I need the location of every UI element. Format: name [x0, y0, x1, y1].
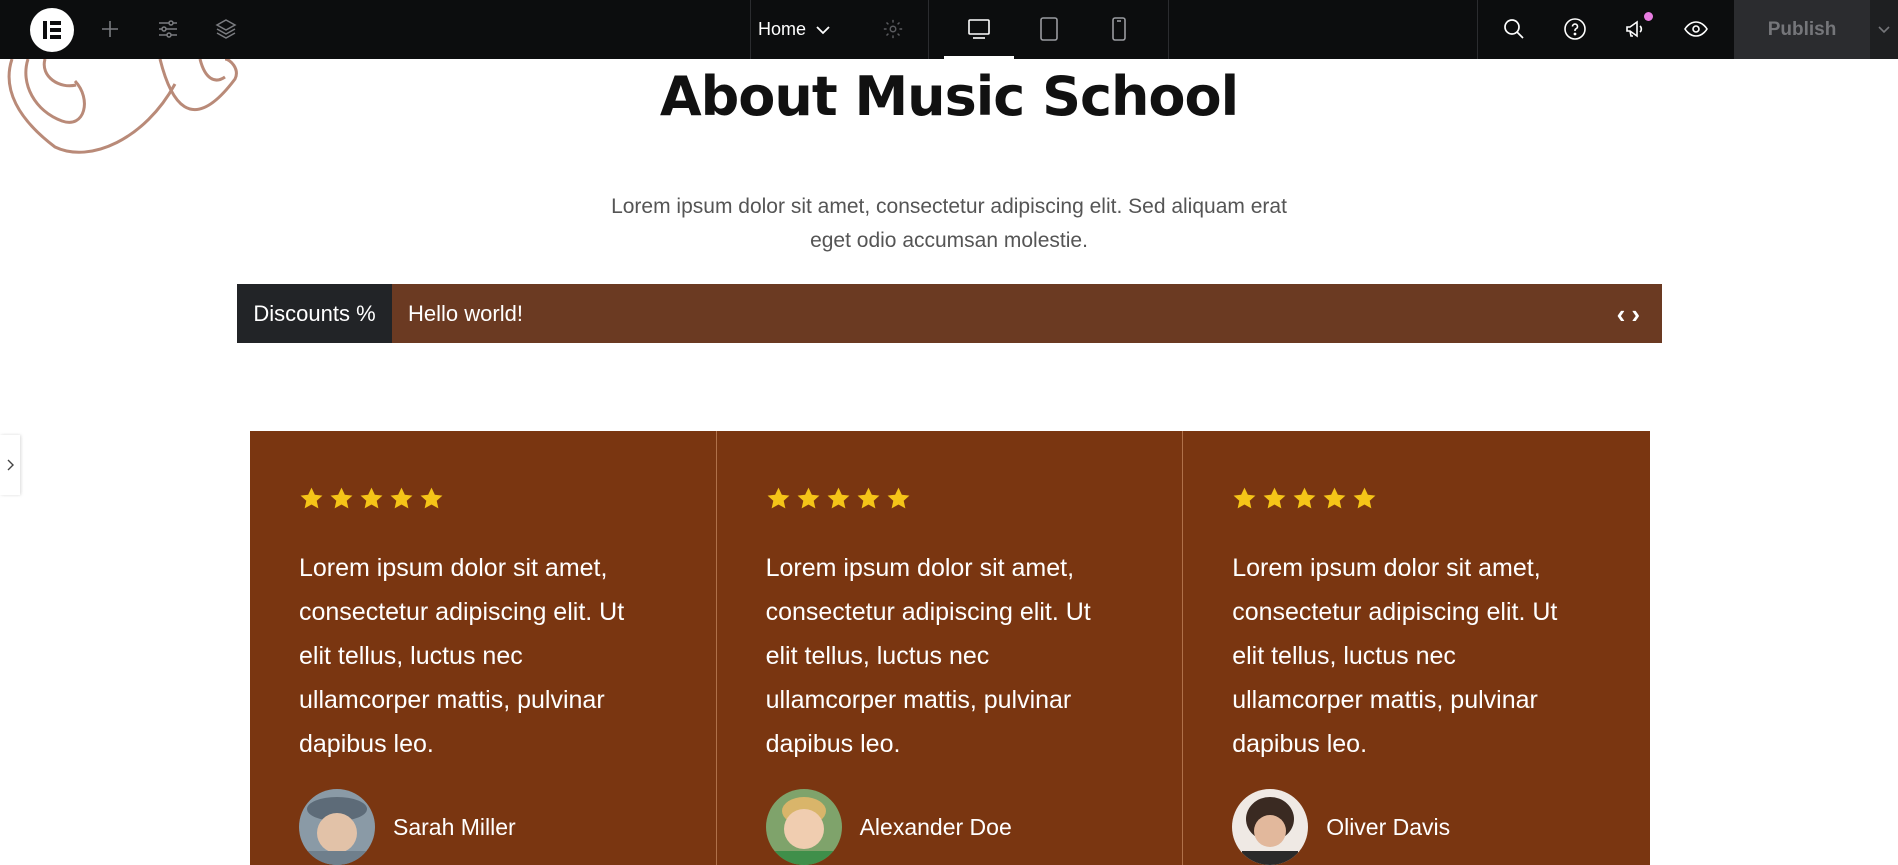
- author-name: Alexander Doe: [859, 813, 1012, 840]
- star-icon: [300, 487, 323, 509]
- testimonial-author: Alexander Doe: [765, 789, 1012, 865]
- search-icon[interactable]: [1499, 14, 1529, 44]
- avatar: [299, 789, 375, 865]
- star-icon: [887, 487, 910, 509]
- chevron-down-icon: [816, 19, 830, 40]
- mobile-icon[interactable]: [1104, 14, 1134, 44]
- site-settings-icon[interactable]: [153, 14, 183, 44]
- desktop-icon[interactable]: [964, 14, 994, 44]
- author-name: Sarah Miller: [393, 813, 516, 840]
- testimonial-quote: Lorem ipsum dolor sit amet, consectetur …: [299, 554, 625, 758]
- avatar: [765, 789, 842, 865]
- help-icon[interactable]: [1560, 14, 1590, 44]
- star-icon: [390, 487, 413, 509]
- publish-options-button[interactable]: [1870, 0, 1898, 59]
- star-icon: [1233, 487, 1256, 509]
- ticker-text[interactable]: Hello world!: [408, 301, 1617, 327]
- testimonial-quote: Lorem ipsum dolor sit amet, consectetur …: [1232, 554, 1558, 758]
- testimonials-section: Lorem ipsum dolor sit amet, consectetur …: [250, 431, 1650, 865]
- star-icon: [1323, 487, 1346, 509]
- testimonial-author: Sarah Miller: [299, 789, 516, 865]
- page-selector[interactable]: Home: [758, 0, 830, 59]
- star-icon: [767, 487, 790, 509]
- testimonial-card: Lorem ipsum dolor sit amet, consectetur …: [1183, 431, 1650, 865]
- ticker-next-button[interactable]: ›: [1631, 301, 1640, 327]
- elementor-logo-icon[interactable]: [30, 8, 74, 52]
- ticker-prev-button[interactable]: ‹: [1617, 301, 1626, 327]
- star-icon: [360, 487, 383, 509]
- intro-text: Lorem ipsum dolor sit amet, consectetur …: [611, 195, 1287, 252]
- avatar: [1232, 789, 1309, 865]
- star-icon: [1293, 487, 1316, 509]
- star-icon: [797, 487, 820, 509]
- editor-canvas[interactable]: About Music School Lorem ipsum dolor sit…: [0, 59, 1898, 865]
- notification-dot: [1644, 12, 1653, 21]
- star-rating: [766, 486, 911, 511]
- testimonial-quote: Lorem ipsum dolor sit amet, consectetur …: [765, 554, 1091, 758]
- star-icon: [420, 487, 443, 509]
- testimonial-card: Lorem ipsum dolor sit amet, consectetur …: [250, 431, 717, 865]
- page-settings-gear-icon[interactable]: [878, 14, 908, 44]
- star-rating: [1232, 486, 1377, 511]
- editor-topbar: Home Publish: [0, 0, 1898, 59]
- star-icon: [1353, 487, 1376, 509]
- star-icon: [330, 487, 353, 509]
- testimonial-author: Oliver Davis: [1232, 789, 1450, 865]
- author-name: Oliver Davis: [1326, 813, 1451, 840]
- ticker-label: Discounts %: [237, 284, 392, 343]
- star-icon: [1263, 487, 1286, 509]
- preview-eye-icon[interactable]: [1681, 14, 1711, 44]
- add-icon[interactable]: [95, 14, 125, 44]
- star-rating: [299, 486, 444, 511]
- panel-expand-toggle[interactable]: [0, 435, 20, 495]
- structure-layers-icon[interactable]: [211, 14, 241, 44]
- news-ticker: Discounts % Hello world! ‹ ›: [237, 284, 1662, 343]
- tablet-icon[interactable]: [1034, 14, 1064, 44]
- page-title: About Music School: [659, 65, 1239, 128]
- star-icon: [827, 487, 850, 509]
- ticker-navigation: ‹ ›: [1617, 301, 1640, 327]
- publish-button[interactable]: Publish: [1734, 0, 1870, 59]
- testimonial-card: Lorem ipsum dolor sit amet, consectetur …: [717, 431, 1184, 865]
- page-name: Home: [758, 19, 807, 39]
- star-icon: [857, 487, 880, 509]
